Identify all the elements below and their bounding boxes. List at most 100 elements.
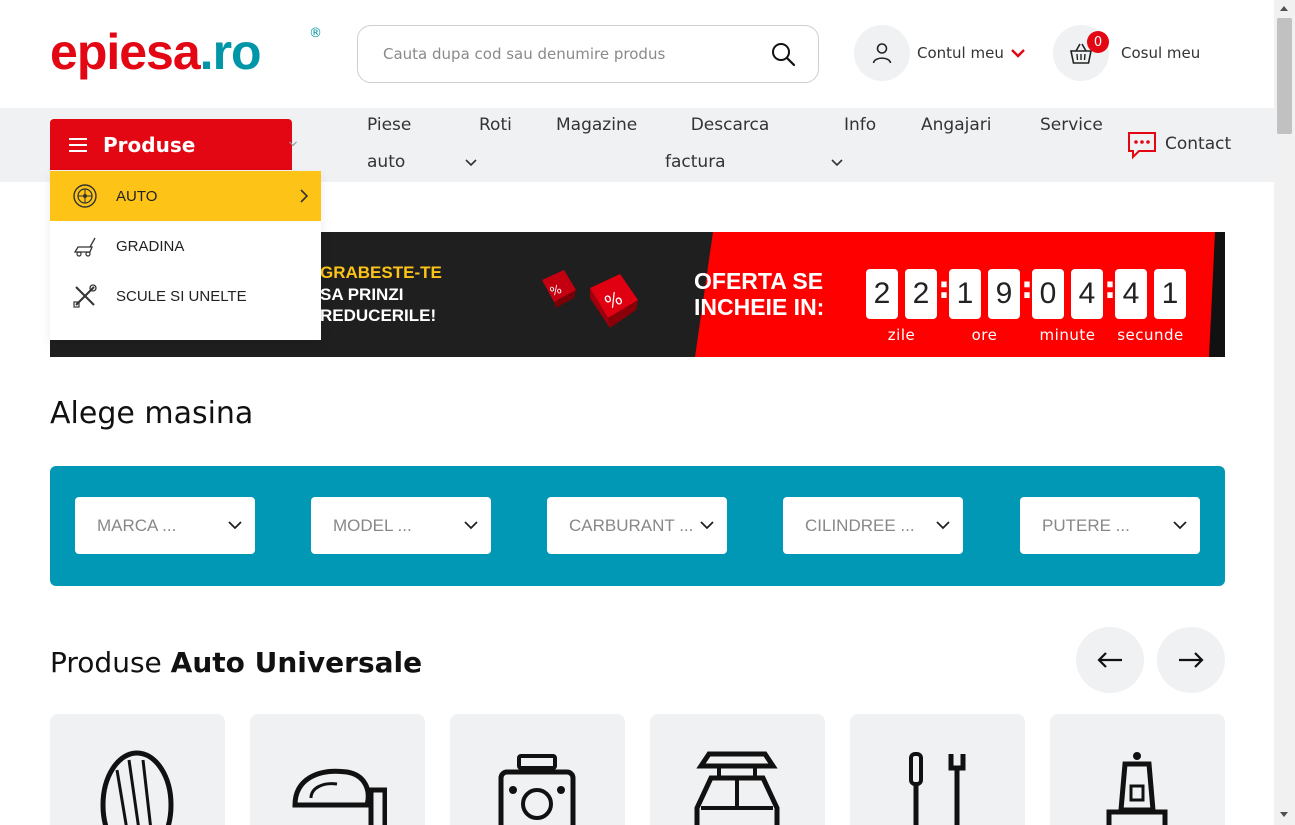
banner-headline: GRABESTE-TE: [320, 263, 442, 282]
countdown-label: ore: [971, 326, 998, 344]
countdown-digit: 1: [949, 269, 981, 319]
product-card-tires[interactable]: [50, 714, 225, 825]
nav-angajari[interactable]: Angajari: [921, 107, 991, 144]
putere-select[interactable]: PUTERE ...: [1020, 497, 1200, 554]
scroll-thumb[interactable]: [1277, 18, 1292, 134]
chevron-down-icon: [1010, 49, 1025, 58]
nav-contact[interactable]: Contact: [1126, 126, 1231, 163]
dropdown-item-auto-label: AUTO: [116, 187, 158, 205]
carousel-prev-button[interactable]: [1076, 627, 1144, 693]
user-icon-wrap: [854, 25, 910, 81]
mirror-icon: [292, 768, 387, 825]
marca-select[interactable]: MARCA ...: [75, 497, 255, 554]
nav-info[interactable]: Info: [844, 107, 876, 144]
car-roof-box-icon: [694, 751, 780, 825]
nav-roti[interactable]: Roti: [479, 107, 512, 144]
logo-ro: .ro: [199, 24, 262, 80]
countdown-digit: 9: [988, 269, 1020, 319]
product-card-engine[interactable]: [450, 714, 625, 825]
countdown-digit: 4: [1115, 269, 1147, 319]
banner-line2: SA PRINZI: [320, 285, 404, 304]
hamburger-icon: [69, 137, 87, 152]
cart-button[interactable]: 0 Cosul meu: [1053, 25, 1200, 81]
product-card-tools[interactable]: [850, 714, 1025, 825]
putere-select-value: PUTERE ...: [1042, 515, 1130, 535]
lawnmower-icon: [73, 237, 96, 257]
produse-dropdown: AUTO GRADINA SCULE SI UNELTE: [50, 171, 321, 340]
nav-descarca-factura[interactable]: Descarca factura: [665, 107, 795, 181]
search-input[interactable]: [383, 45, 753, 63]
logo-registered: ®: [309, 26, 322, 41]
page-scrollbar[interactable]: [1274, 0, 1295, 825]
dropdown-item-auto[interactable]: AUTO: [50, 171, 321, 221]
discount-dice-icon: % %: [542, 270, 638, 328]
nav-descarca-line2: factura: [665, 152, 726, 172]
wrench-screwdriver-icon: [73, 284, 97, 308]
dropdown-item-scule[interactable]: SCULE SI UNELTE: [50, 271, 321, 321]
cilindree-select[interactable]: CILINDREE ...: [783, 497, 963, 554]
banner-subline: SA PRINZI REDUCERILE!: [320, 284, 436, 326]
logo-e: e: [50, 24, 78, 80]
chevron-down-icon: [831, 159, 843, 167]
nav-descarca-line1: Descarca: [690, 115, 770, 135]
category-icon: [72, 333, 98, 340]
arrow-right-icon: [1179, 652, 1204, 668]
offer-text: OFERTA SE INCHEIE IN:: [694, 268, 824, 320]
user-icon: [872, 43, 892, 64]
chevron-down-icon: [465, 159, 477, 167]
nav-piese-auto-line1: Piese: [367, 115, 412, 135]
offer-line1: OFERTA SE: [694, 268, 824, 294]
scroll-down-icon[interactable]: [1280, 812, 1288, 817]
products-title-light: Produse: [50, 646, 171, 679]
tire-icon: [100, 750, 174, 825]
countdown-seconds: 4 1 secunde: [1115, 269, 1193, 344]
carousel-next-button[interactable]: [1157, 627, 1225, 693]
car-select-title: Alege masina: [50, 396, 254, 431]
dropdown-item-scule-label: SCULE SI UNELTE: [116, 287, 247, 305]
product-card-mirrors[interactable]: [250, 714, 425, 825]
car-selector-panel: MARCA ... MODEL ... CARBURANT ... CILIND…: [50, 466, 1225, 586]
cilindree-select-value: CILINDREE ...: [805, 515, 915, 535]
countdown-minutes: 0 4 minute: [1032, 269, 1110, 344]
wheel-icon: [73, 184, 97, 208]
nav-magazine[interactable]: Magazine: [556, 107, 637, 144]
product-card-roof-box[interactable]: [650, 714, 825, 825]
chevron-down-icon: [700, 521, 714, 530]
logo-piesa: piesa: [76, 24, 201, 80]
cart-icon-wrap: 0: [1053, 25, 1109, 81]
carburant-select[interactable]: CARBURANT ...: [547, 497, 727, 554]
marca-select-value: MARCA ...: [97, 515, 177, 535]
search-box: [357, 25, 819, 83]
nav-magazine-label: Magazine: [556, 115, 638, 135]
products-section-title: Produse Auto Universale: [50, 646, 422, 679]
produse-label: Produse: [103, 132, 196, 157]
product-card-bulbs[interactable]: [1050, 714, 1225, 825]
arrow-left-icon: [1097, 652, 1122, 668]
model-select[interactable]: MODEL ...: [311, 497, 491, 554]
countdown-label: minute: [1039, 326, 1096, 344]
chevron-down-icon: [936, 521, 950, 530]
dropdown-item-gradina[interactable]: GRADINA: [50, 221, 321, 271]
countdown-days: 2 2 zile: [866, 269, 944, 344]
countdown-digit: 1: [1154, 269, 1186, 319]
chevron-down-icon: [228, 521, 242, 530]
products-title-bold: Auto Universale: [170, 646, 423, 679]
countdown-digit: 4: [1071, 269, 1103, 319]
countdown-digit: 0: [1032, 269, 1064, 319]
dropdown-item-more[interactable]: [50, 321, 321, 340]
chat-icon: [1128, 131, 1156, 159]
scroll-up-icon[interactable]: [1280, 6, 1288, 11]
site-logo[interactable]: epiesa.ro ®: [50, 24, 322, 80]
chevron-down-icon: [464, 521, 478, 530]
produse-menu-button[interactable]: Produse: [50, 119, 292, 170]
cart-count-badge: 0: [1087, 31, 1109, 53]
offer-line2: INCHEIE IN:: [694, 294, 825, 320]
engine-icon: [498, 754, 576, 825]
nav-piese-auto[interactable]: Piese auto: [367, 107, 411, 181]
cart-label: Cosul meu: [1121, 44, 1201, 62]
nav-service[interactable]: Service: [1040, 107, 1103, 144]
account-menu[interactable]: Contul meu: [854, 25, 1026, 81]
search-icon[interactable]: [770, 41, 796, 67]
nav-piese-auto-line2: auto: [367, 152, 406, 172]
dropdown-item-gradina-label: GRADINA: [116, 237, 185, 255]
